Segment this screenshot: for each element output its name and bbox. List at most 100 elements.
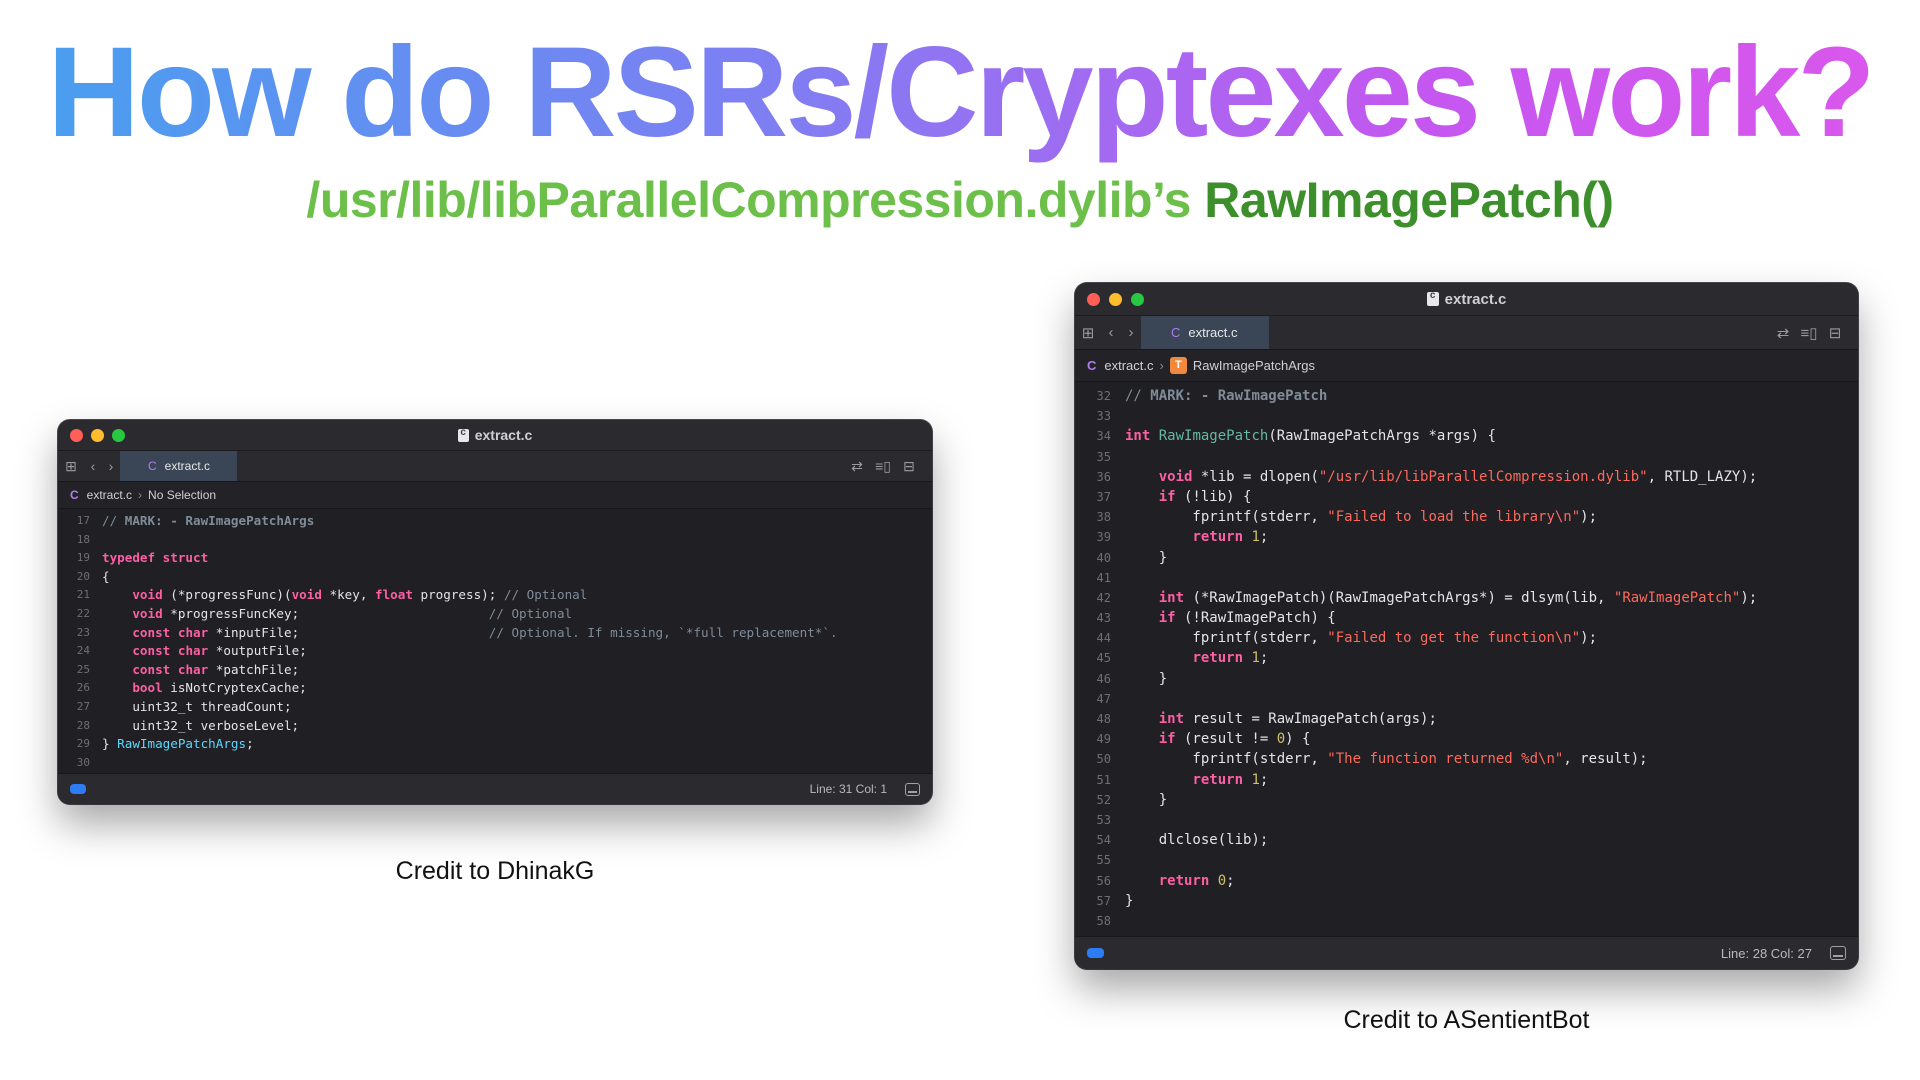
add-editor-icon[interactable]: ⊟ <box>896 458 922 475</box>
code-line[interactable]: 18 <box>58 531 932 550</box>
code-text[interactable]: } <box>1125 891 1133 911</box>
code-line[interactable]: 19 typedef struct <box>58 549 932 568</box>
zoom-window-button[interactable] <box>1131 292 1144 306</box>
code-text[interactable]: return 1; <box>1125 770 1268 790</box>
swap-icon[interactable]: ⇄ <box>1770 324 1796 342</box>
code-text[interactable]: { <box>102 568 110 587</box>
forward-icon[interactable]: › <box>102 451 120 481</box>
code-text[interactable]: // MARK: - RawImagePatch <box>1125 386 1327 406</box>
code-line[interactable]: 35 <box>1075 447 1858 467</box>
code-line[interactable]: 52 } <box>1075 790 1858 810</box>
code-line[interactable]: 36 void *lib = dlopen("/usr/lib/libParal… <box>1075 467 1858 487</box>
code-text[interactable]: void *progressFuncKey; // Optional <box>102 605 572 624</box>
code-text[interactable]: } RawImagePatchArgs; <box>102 735 254 754</box>
minimap-icon[interactable]: ≡▯ <box>870 458 896 475</box>
swap-icon[interactable]: ⇄ <box>844 458 870 475</box>
code-text[interactable]: } <box>1125 790 1167 810</box>
forward-icon[interactable]: › <box>1121 316 1141 349</box>
zoom-window-button[interactable] <box>112 428 125 442</box>
code-line[interactable]: 55 <box>1075 850 1858 870</box>
code-line[interactable]: 25 const char *patchFile; <box>58 661 932 680</box>
code-line[interactable]: 47 <box>1075 689 1858 709</box>
code-text[interactable]: int result = RawImagePatch(args); <box>1125 709 1437 729</box>
back-icon[interactable]: ‹ <box>84 451 102 481</box>
code-line[interactable]: 58 <box>1075 911 1858 931</box>
code-line[interactable]: 41 <box>1075 568 1858 588</box>
code-line[interactable]: 22 void *progressFuncKey; // Optional <box>58 605 932 624</box>
code-text[interactable]: const char *outputFile; <box>102 642 306 661</box>
code-text[interactable]: int RawImagePatch(RawImagePatchArgs *arg… <box>1125 426 1496 446</box>
tab-extract-c[interactable]: C extract.c <box>1141 316 1269 349</box>
code-line[interactable]: 45 return 1; <box>1075 648 1858 668</box>
code-text[interactable]: void (*progressFunc)(void *key, float pr… <box>102 586 587 605</box>
code-line[interactable]: 44 fprintf(stderr, "Failed to get the fu… <box>1075 628 1858 648</box>
toggle-debug-area-icon[interactable] <box>905 782 920 796</box>
code-text[interactable]: uint32_t threadCount; <box>102 698 291 717</box>
code-line[interactable]: 49 if (result != 0) { <box>1075 729 1858 749</box>
code-text[interactable]: bool isNotCryptexCache; <box>102 679 306 698</box>
code-line[interactable]: 46 } <box>1075 669 1858 689</box>
code-line[interactable]: 29} RawImagePatchArgs; <box>58 735 932 754</box>
code-line[interactable]: 23 const char *inputFile; // Optional. I… <box>58 624 932 643</box>
tab-extract-c[interactable]: C extract.c <box>120 451 237 481</box>
code-line[interactable]: 53 <box>1075 810 1858 830</box>
status-indicator-icon[interactable] <box>1087 948 1104 958</box>
status-indicator-icon[interactable] <box>70 784 86 794</box>
add-editor-icon[interactable]: ⊟ <box>1822 324 1848 342</box>
code-editor[interactable]: 17 // MARK: - RawImagePatchArgs 18 19 typede… <box>58 509 932 773</box>
toggle-debug-area-icon[interactable] <box>1830 946 1846 960</box>
code-text[interactable]: if (!lib) { <box>1125 487 1252 507</box>
code-line[interactable]: 24 const char *outputFile; <box>58 642 932 661</box>
code-line[interactable]: 42 int (*RawImagePatch)(RawImagePatchArg… <box>1075 588 1858 608</box>
code-line[interactable]: 27 uint32_t threadCount; <box>58 698 932 717</box>
code-line[interactable]: 26 bool isNotCryptexCache; <box>58 679 932 698</box>
code-text[interactable]: if (result != 0) { <box>1125 729 1311 749</box>
code-text[interactable]: dlclose(lib); <box>1125 830 1269 850</box>
code-line[interactable]: 32 // MARK: - RawImagePatch <box>1075 386 1858 406</box>
code-line[interactable]: 43 if (!RawImagePatch) { <box>1075 608 1858 628</box>
code-text[interactable]: int (*RawImagePatch)(RawImagePatchArgs*)… <box>1125 588 1757 608</box>
code-text[interactable]: // MARK: - RawImagePatchArgs <box>102 512 314 531</box>
code-text[interactable]: uint32_t verboseLevel; <box>102 717 299 736</box>
grid-icon[interactable]: ⊞ <box>1075 316 1101 349</box>
code-text[interactable]: typedef struct <box>102 549 208 568</box>
breadcrumb-file[interactable]: extract.c <box>87 488 132 502</box>
code-line[interactable]: 30 <box>58 754 932 773</box>
code-line[interactable]: 56 return 0; <box>1075 871 1858 891</box>
code-line[interactable]: 38 fprintf(stderr, "Failed to load the l… <box>1075 507 1858 527</box>
code-text[interactable]: fprintf(stderr, "The function returned %… <box>1125 749 1647 769</box>
code-line[interactable]: 34 int RawImagePatch(RawImagePatchArgs *a… <box>1075 426 1858 446</box>
code-text[interactable]: return 0; <box>1125 871 1235 891</box>
code-text[interactable]: const char *inputFile; // Optional. If m… <box>102 624 837 643</box>
breadcrumb-symbol[interactable]: RawImagePatchArgs <box>1193 358 1315 373</box>
code-text[interactable]: return 1; <box>1125 648 1268 668</box>
code-line[interactable]: 39 return 1; <box>1075 527 1858 547</box>
code-line[interactable]: 51 return 1; <box>1075 770 1858 790</box>
minimize-window-button[interactable] <box>1109 292 1122 306</box>
code-line[interactable]: 50 fprintf(stderr, "The function returne… <box>1075 749 1858 769</box>
code-text[interactable]: } <box>1125 548 1167 568</box>
code-text[interactable]: void *lib = dlopen("/usr/lib/libParallel… <box>1125 467 1757 487</box>
code-text[interactable]: } <box>1125 669 1167 689</box>
code-line[interactable]: 37 if (!lib) { <box>1075 487 1858 507</box>
code-text[interactable]: if (!RawImagePatch) { <box>1125 608 1336 628</box>
code-text[interactable]: return 1; <box>1125 527 1268 547</box>
minimize-window-button[interactable] <box>91 428 104 442</box>
code-line[interactable]: 48 int result = RawImagePatch(args); <box>1075 709 1858 729</box>
close-window-button[interactable] <box>1087 292 1100 306</box>
code-text[interactable]: fprintf(stderr, "Failed to get the funct… <box>1125 628 1597 648</box>
code-line[interactable]: 17 // MARK: - RawImagePatchArgs <box>58 512 932 531</box>
minimap-icon[interactable]: ≡▯ <box>1796 324 1822 342</box>
code-text[interactable]: const char *patchFile; <box>102 661 299 680</box>
breadcrumb-file[interactable]: extract.c <box>1104 358 1153 373</box>
code-line[interactable]: 40 } <box>1075 548 1858 568</box>
code-line[interactable]: 54 dlclose(lib); <box>1075 830 1858 850</box>
close-window-button[interactable] <box>70 428 83 442</box>
code-line[interactable]: 28 uint32_t verboseLevel; <box>58 717 932 736</box>
code-editor[interactable]: 32 // MARK: - RawImagePatch 33 34 int RawIma… <box>1075 382 1858 932</box>
code-text[interactable]: fprintf(stderr, "Failed to load the libr… <box>1125 507 1597 527</box>
back-icon[interactable]: ‹ <box>1101 316 1121 349</box>
grid-icon[interactable]: ⊞ <box>58 451 84 481</box>
code-line[interactable]: 21 void (*progressFunc)(void *key, float… <box>58 586 932 605</box>
code-line[interactable]: 20 { <box>58 568 932 587</box>
